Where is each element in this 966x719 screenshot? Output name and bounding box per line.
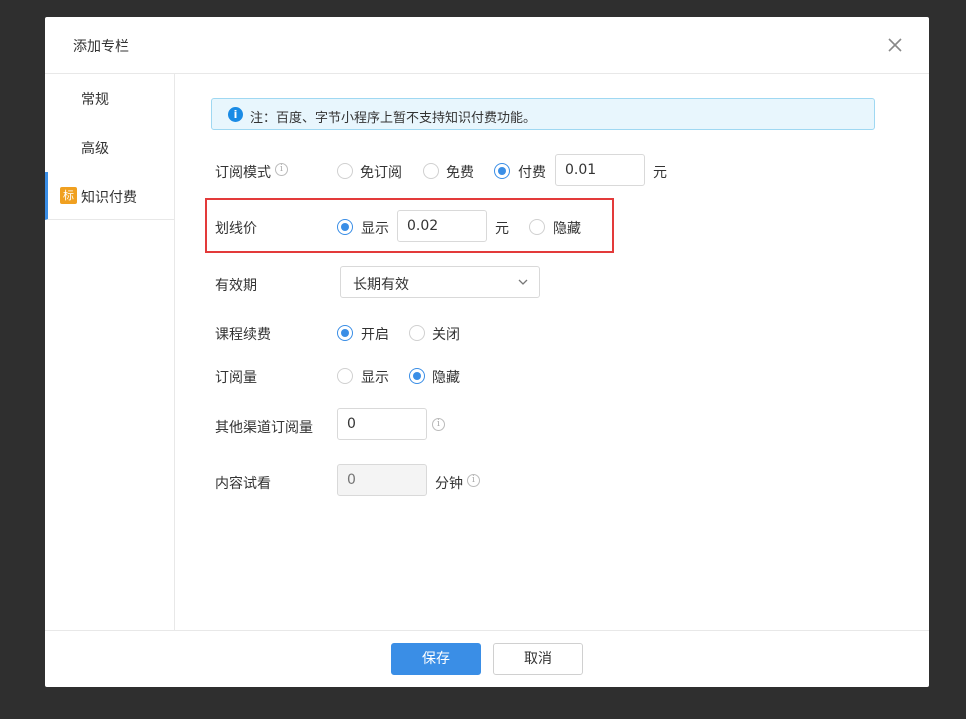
price-input[interactable] — [555, 154, 645, 186]
info-icon: i — [432, 418, 445, 431]
trial-input — [337, 464, 427, 496]
validity-value: 长期有效 — [353, 277, 409, 293]
save-button[interactable]: 保存 — [391, 643, 481, 675]
sidebar-item-advanced[interactable]: 高级 — [45, 123, 174, 171]
sidebar-item-paid-knowledge[interactable]: 标 知识付费 — [45, 172, 174, 220]
dialog-footer: 保存 取消 — [45, 630, 929, 687]
radio-paid[interactable] — [494, 163, 510, 179]
chevron-down-icon — [518, 279, 528, 285]
renewal-label: 课程续费 — [215, 327, 271, 343]
subscribe-mode-label: 订阅模式 — [215, 165, 271, 181]
info-icon: i — [228, 107, 243, 122]
trial-unit: 分钟 — [435, 476, 463, 492]
info-icon: i — [467, 474, 480, 487]
validity-label: 有效期 — [215, 278, 257, 294]
radio-renewal-off[interactable] — [409, 325, 425, 341]
notice-text: 注：百度、字节小程序上暂不支持知识付费功能。 — [250, 111, 537, 126]
radio-sub-count-hide[interactable] — [409, 368, 425, 384]
dialog-header: 添加专栏 — [45, 17, 929, 74]
strike-price-input[interactable] — [397, 210, 487, 242]
radio-label-strike-show[interactable]: 显示 — [361, 218, 389, 238]
sub-count-label: 订阅量 — [215, 370, 257, 386]
price-unit: 元 — [653, 165, 667, 181]
radio-sub-count-show[interactable] — [337, 368, 353, 384]
trial-label: 内容试看 — [215, 476, 271, 492]
validity-select[interactable]: 长期有效 — [340, 266, 540, 298]
sidebar-item-label: 常规 — [81, 92, 109, 108]
radio-strike-hide[interactable] — [529, 219, 545, 235]
radio-free[interactable] — [423, 163, 439, 179]
radio-no-subscribe[interactable] — [337, 163, 353, 179]
dialog-title: 添加专栏 — [73, 39, 129, 55]
radio-strike-show[interactable] — [337, 219, 353, 235]
other-channel-input[interactable] — [337, 408, 427, 440]
tag-icon: 标 — [60, 187, 77, 204]
cancel-button[interactable]: 取消 — [493, 643, 583, 675]
add-column-dialog: 添加专栏 常规 高级 标 知识付费 i 注：百度、字节小程序上暂不支持知识付费功… — [45, 17, 929, 687]
other-channel-label: 其他渠道订阅量 — [215, 420, 313, 436]
radio-label-strike-hide[interactable]: 隐藏 — [553, 218, 581, 238]
radio-label-renewal-on[interactable]: 开启 — [361, 324, 389, 344]
strike-price-label: 划线价 — [215, 221, 257, 237]
radio-renewal-on[interactable] — [337, 325, 353, 341]
strike-price-unit: 元 — [495, 221, 509, 237]
radio-label-renewal-off[interactable]: 关闭 — [432, 324, 460, 344]
radio-label-free[interactable]: 免费 — [446, 162, 474, 182]
radio-label-paid[interactable]: 付费 — [518, 162, 546, 182]
sidebar-item-label: 高级 — [81, 141, 109, 157]
radio-label-sub-count-hide[interactable]: 隐藏 — [432, 367, 460, 387]
sidebar: 常规 高级 标 知识付费 — [45, 74, 175, 630]
notice-banner: i 注：百度、字节小程序上暂不支持知识付费功能。 — [211, 98, 875, 130]
sidebar-item-label: 知识付费 — [81, 190, 137, 206]
sidebar-item-general[interactable]: 常规 — [45, 74, 174, 122]
info-icon: i — [275, 163, 288, 176]
radio-label-sub-count-show[interactable]: 显示 — [361, 367, 389, 387]
radio-label-no-subscribe[interactable]: 免订阅 — [360, 162, 402, 182]
close-icon[interactable] — [886, 36, 904, 54]
